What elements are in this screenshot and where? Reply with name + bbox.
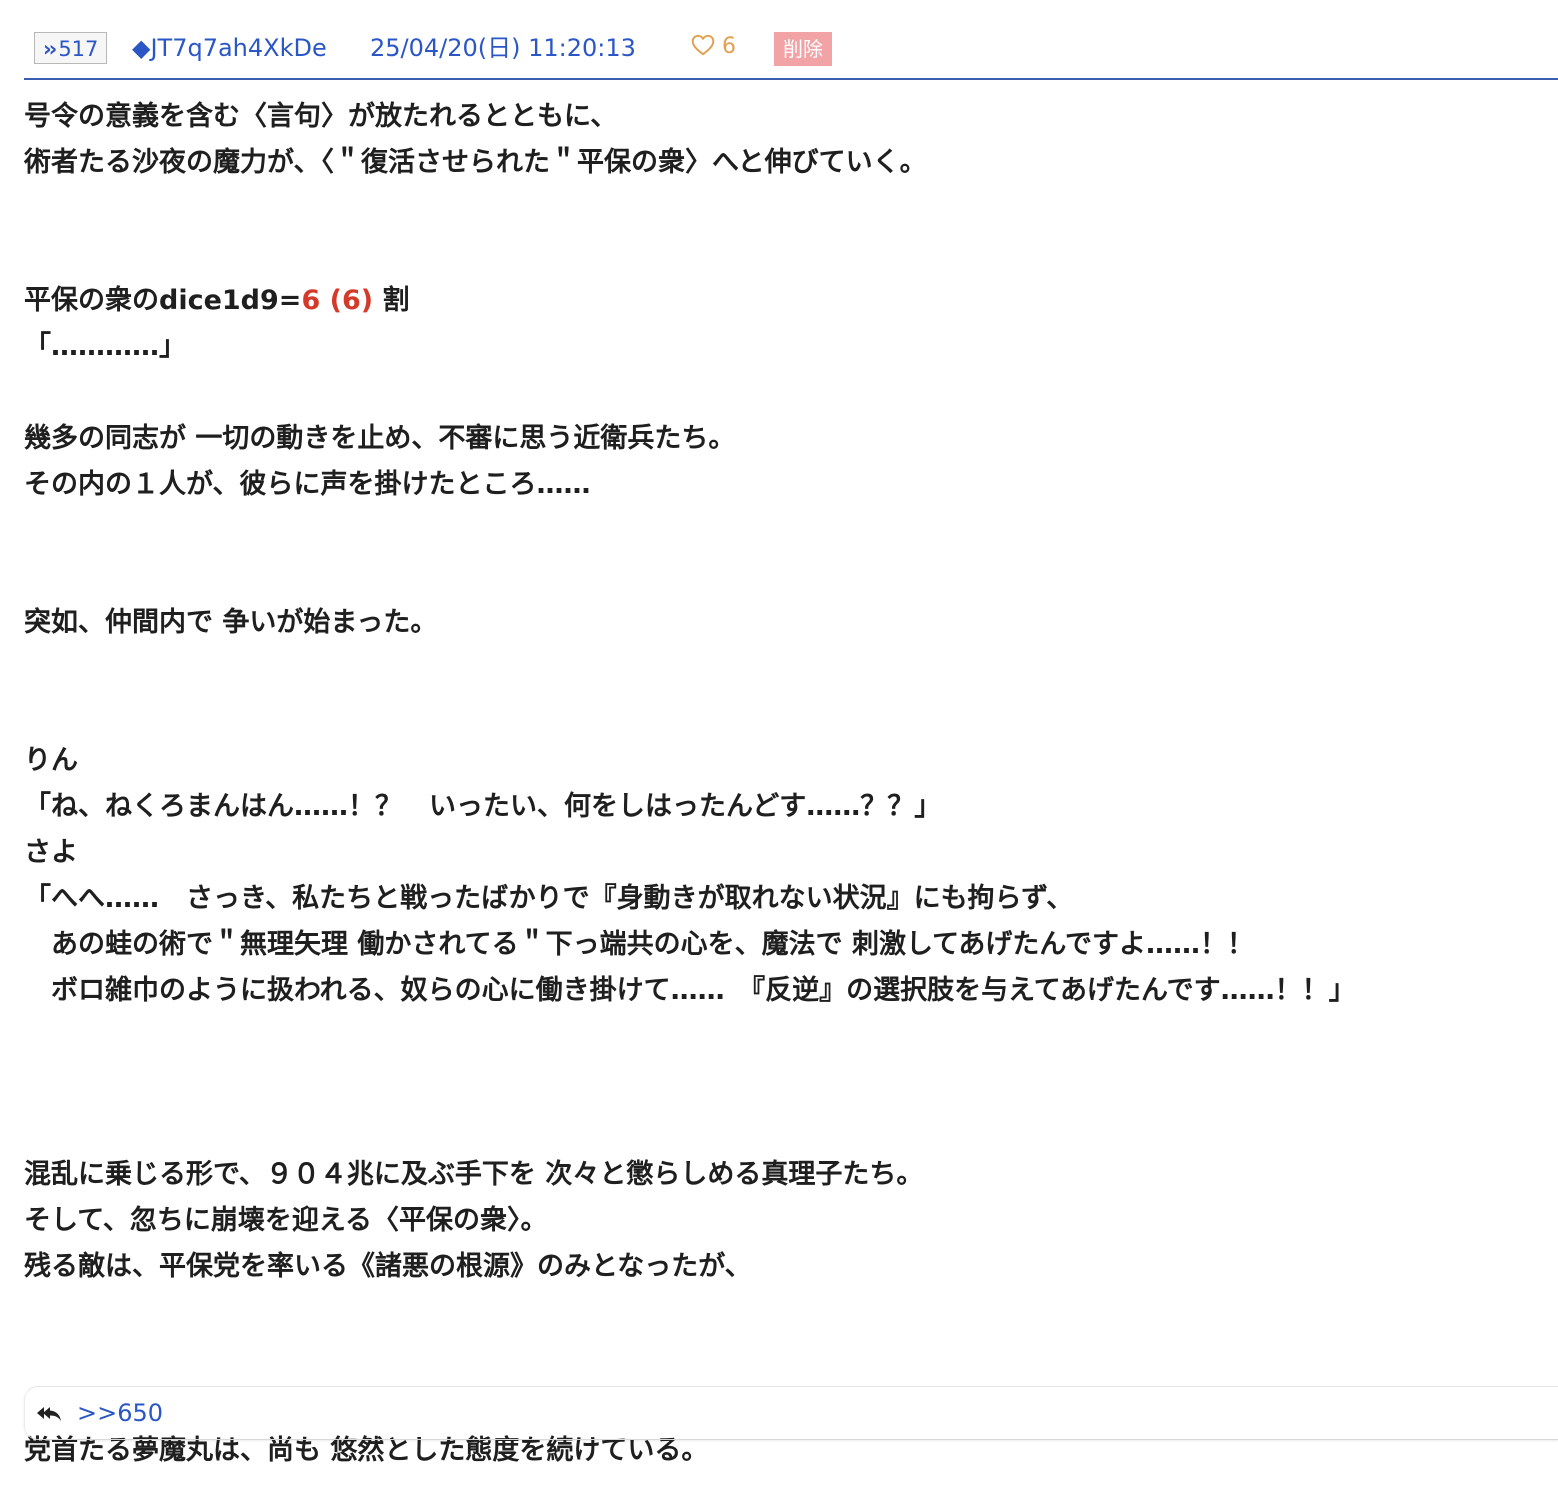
res-number-link[interactable]: ›› 517 [34, 32, 108, 64]
reply-all-icon[interactable] [35, 1403, 63, 1425]
post-header: ›› 517 ◆JT7q7ah4XkDe 25/04/20(日) 11:20:13… [24, 24, 1558, 80]
double-chevron-icon: ›› [43, 37, 57, 61]
dice-result: 6 (6) [301, 285, 374, 316]
dice-prefix: 平保の衆のdice1d9= [24, 285, 302, 316]
post-body: 号令の意義を含む〈言句〉が放たれるとともに、 術者たる沙夜の魔力が、〈＂復活させ… [24, 94, 1554, 1474]
dialogue-line: 「ね、ねくろまんはん……！？ いったい、何をしはったんどす……？？」 [24, 791, 942, 822]
reply-bar: >>650 [24, 1386, 1558, 1440]
speaker-name: さよ [24, 837, 78, 868]
post: ›› 517 ◆JT7q7ah4XkDe 25/04/20(日) 11:20:13… [0, 0, 1558, 1492]
poster-id[interactable]: ◆JT7q7ah4XkDe [132, 30, 327, 66]
body-line: 残る敵は、平保党を率いる《諸悪の根源》のみとなったが、 [24, 1251, 752, 1282]
dice-line: 平保の衆のdice1d9=6 (6) 割 [24, 278, 1554, 324]
dice-suffix: 割 [373, 285, 410, 316]
like-button[interactable]: 6 [690, 30, 736, 64]
dialogue-line: 「へへ…… さっき、私たちと戦ったばかりで『身動きが取れない状況』にも拘らず、 [24, 883, 1074, 914]
speaker-name: りん [24, 745, 78, 776]
delete-button[interactable]: 削除 [774, 32, 832, 66]
body-line: その内の１人が、彼らに声を掛けたところ…… [24, 469, 591, 500]
reply-anchor-link[interactable]: >>650 [77, 1396, 163, 1430]
body-line: そして、忽ちに崩壊を迎える〈平保の衆〉。 [24, 1205, 548, 1236]
dialogue-line: あの蛙の術で＂無理矢理 働かされてる＂下っ端共の心を、魔法で 刺激してあげたんで… [24, 929, 1255, 960]
post-date: 25/04/20(日) 11:20:13 [370, 34, 636, 62]
body-line: 幾多の同志が 一切の動きを止め、不審に思う近衛兵たち。 [24, 423, 736, 454]
heart-icon [691, 34, 715, 56]
dialogue-line: ボロ雑巾のように扱われる、奴らの心に働き掛けて…… 『反逆』の選択肢を与えてあげ… [24, 975, 1356, 1006]
body-line: 突如、仲間内で 争いが始まった。 [24, 607, 438, 638]
body-line: 混乱に乗じる形で、９０４兆に及ぶ手下を 次々と懲らしめる真理子たち。 [24, 1159, 924, 1190]
body-line: 号令の意義を含む〈言句〉が放たれるとともに、 [24, 101, 618, 132]
body-line: 術者たる沙夜の魔力が、〈＂復活させられた＂平保の衆〉へと伸びていく。 [24, 147, 927, 178]
like-count: 6 [722, 34, 736, 59]
body-line: 「…………」 [24, 331, 186, 362]
res-number: 517 [58, 37, 99, 61]
